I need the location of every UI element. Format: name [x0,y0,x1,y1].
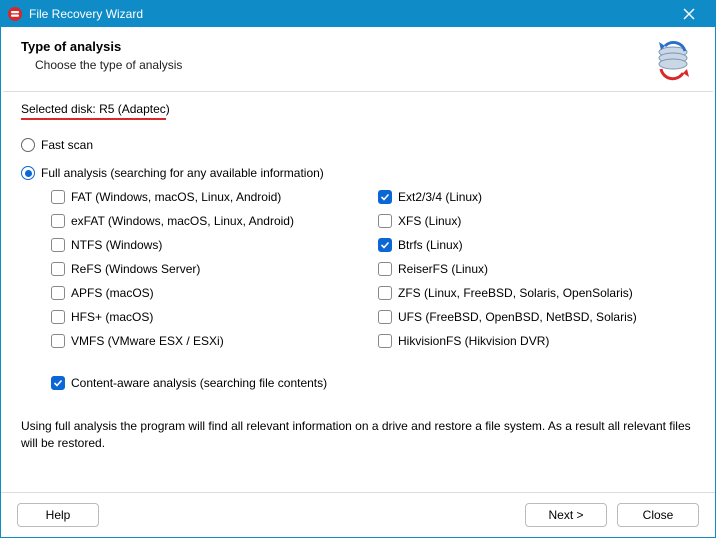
fs-checkbox-apfs[interactable]: APFS (macOS) [51,286,368,300]
fs-label: HFS+ (macOS) [71,310,153,324]
fs-checkbox-fat[interactable]: FAT (Windows, macOS, Linux, Android) [51,190,368,204]
fs-checkbox-ntfs[interactable]: NTFS (Windows) [51,238,368,252]
analysis-description: Using full analysis the program will fin… [21,418,695,452]
fs-label: Btrfs (Linux) [398,238,463,252]
fs-label: HikvisionFS (Hikvision DVR) [398,334,549,348]
fs-label: ReiserFS (Linux) [398,262,488,276]
titlebar: File Recovery Wizard [1,1,715,27]
content-area: Selected disk: R5 (Adaptec) Fast scan Fu… [1,92,715,492]
file-recovery-wizard: File Recovery Wizard Type of analysis Ch… [0,0,716,538]
fs-checkbox-zfs[interactable]: ZFS (Linux, FreeBSD, Solaris, OpenSolari… [378,286,695,300]
fs-label: exFAT (Windows, macOS, Linux, Android) [71,214,294,228]
close-button[interactable]: Close [617,503,699,527]
fs-label: XFS (Linux) [398,214,461,228]
fs-checkbox-hikfs[interactable]: HikvisionFS (Hikvision DVR) [378,334,695,348]
fs-checkbox-ext[interactable]: Ext2/3/4 (Linux) [378,190,695,204]
full-analysis-radio[interactable]: Full analysis (searching for any availab… [21,166,695,180]
radio-icon [21,138,35,152]
fs-label: FAT (Windows, macOS, Linux, Android) [71,190,281,204]
page-title: Type of analysis [21,39,651,54]
checkbox-icon [51,376,65,390]
next-button[interactable]: Next > [525,503,607,527]
checkbox-icon [51,214,65,228]
content-aware-row: Content-aware analysis (searching file c… [51,376,695,390]
page-subtitle: Choose the type of analysis [21,58,651,72]
app-icon [7,6,23,22]
checkbox-icon [378,238,392,252]
fs-label: Ext2/3/4 (Linux) [398,190,482,204]
fs-label: ZFS (Linux, FreeBSD, Solaris, OpenSolari… [398,286,633,300]
full-analysis-label: Full analysis (searching for any availab… [41,166,324,180]
fast-scan-radio[interactable]: Fast scan [21,138,695,152]
checkbox-icon [378,214,392,228]
fs-checkbox-btrfs[interactable]: Btrfs (Linux) [378,238,695,252]
checkbox-icon [51,262,65,276]
fs-checkbox-ufs[interactable]: UFS (FreeBSD, OpenBSD, NetBSD, Solaris) [378,310,695,324]
checkbox-icon [51,310,65,324]
fs-checkbox-xfs[interactable]: XFS (Linux) [378,214,695,228]
checkbox-icon [378,190,392,204]
checkbox-icon [378,286,392,300]
wizard-footer: Help Next > Close [1,492,715,537]
checkbox-icon [378,310,392,324]
filesystem-grid: FAT (Windows, macOS, Linux, Android) Ext2… [51,190,695,348]
help-button[interactable]: Help [17,503,99,527]
fs-label: NTFS (Windows) [71,238,162,252]
checkbox-icon [51,238,65,252]
fs-checkbox-vmfs[interactable]: VMFS (VMware ESX / ESXi) [51,334,368,348]
checkbox-icon [51,286,65,300]
checkbox-icon [51,334,65,348]
selected-disk-underline [21,118,166,120]
fs-checkbox-hfsp[interactable]: HFS+ (macOS) [51,310,368,324]
checkbox-icon [378,262,392,276]
wizard-header: Type of analysis Choose the type of anal… [1,27,715,91]
close-icon[interactable] [669,1,709,27]
fs-checkbox-exfat[interactable]: exFAT (Windows, macOS, Linux, Android) [51,214,368,228]
selected-disk-label: Selected disk: R5 (Adaptec) [21,102,695,116]
checkbox-icon [378,334,392,348]
content-aware-checkbox[interactable]: Content-aware analysis (searching file c… [51,376,695,390]
window-title: File Recovery Wizard [29,7,669,21]
fs-label: VMFS (VMware ESX / ESXi) [71,334,224,348]
checkbox-icon [51,190,65,204]
selected-disk-value: R5 (Adaptec) [99,102,170,116]
refresh-disks-icon [651,39,695,83]
content-aware-label: Content-aware analysis (searching file c… [71,376,327,390]
selected-disk-prefix: Selected disk: [21,102,96,116]
header-text: Type of analysis Choose the type of anal… [21,39,651,72]
fs-checkbox-reiserfs[interactable]: ReiserFS (Linux) [378,262,695,276]
fs-label: ReFS (Windows Server) [71,262,200,276]
fs-label: APFS (macOS) [71,286,154,300]
fs-label: UFS (FreeBSD, OpenBSD, NetBSD, Solaris) [398,310,637,324]
fast-scan-label: Fast scan [41,138,93,152]
radio-icon [21,166,35,180]
fs-checkbox-refs[interactable]: ReFS (Windows Server) [51,262,368,276]
